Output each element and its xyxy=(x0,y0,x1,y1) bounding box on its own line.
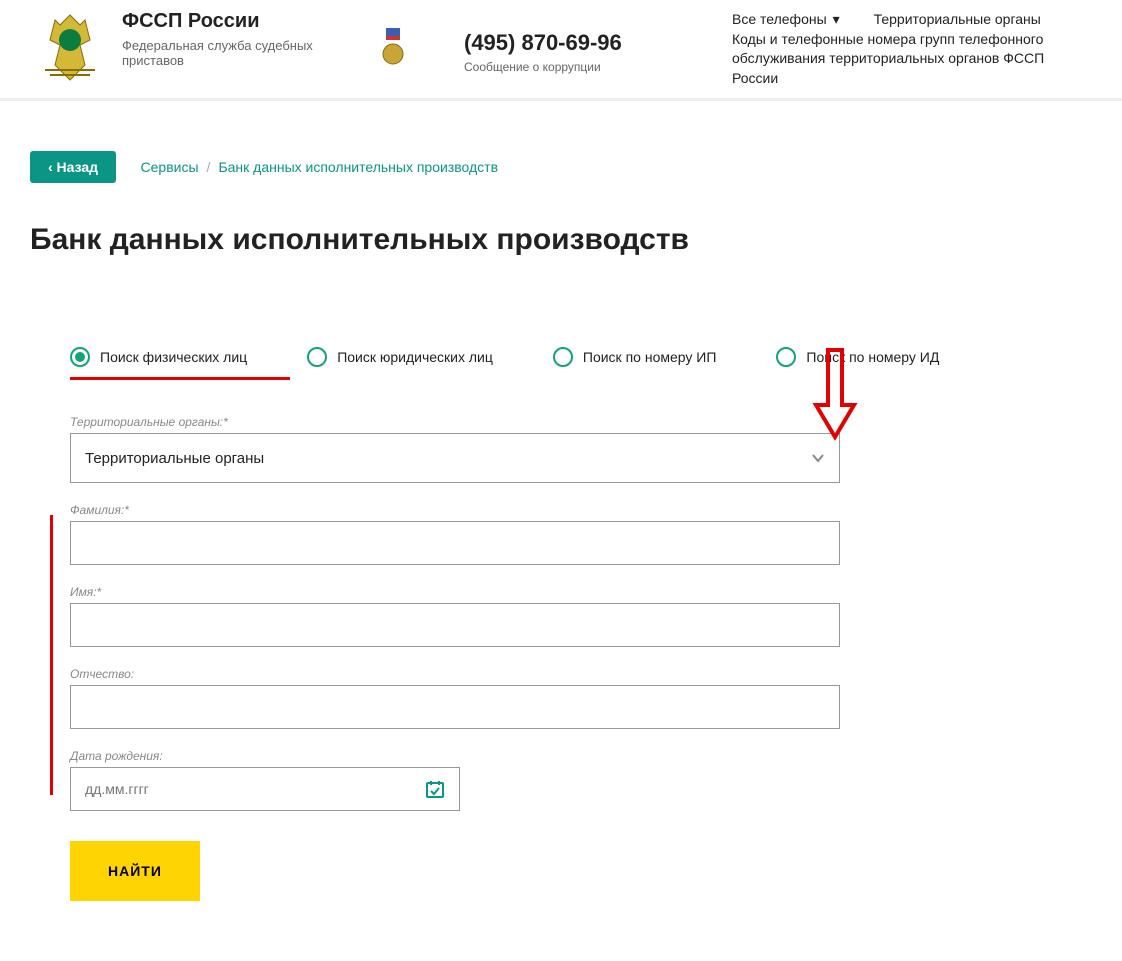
phone-block: (495) 870-69-96 Сообщение о коррупции xyxy=(464,30,622,74)
page-title: Банк данных исполнительных производств xyxy=(30,223,1092,257)
corruption-link[interactable]: Сообщение о коррупции xyxy=(464,60,622,74)
radio-icon xyxy=(307,347,327,367)
radio-icon xyxy=(553,347,573,367)
header-links: Все телефоны ▾ Территориальные органы Ко… xyxy=(732,10,1092,88)
annotation-vertical-line xyxy=(50,515,53,795)
all-phones-label: Все телефоны xyxy=(732,10,827,30)
lastname-input[interactable] xyxy=(70,521,840,565)
search-form: Поиск физических лиц Поиск юридических л… xyxy=(30,257,1092,931)
org-name: ФССП России xyxy=(122,10,322,33)
tab-physical[interactable]: Поиск физических лиц xyxy=(70,347,247,367)
annotation-arrow-icon xyxy=(810,345,860,445)
birthdate-label: Дата рождения: xyxy=(70,749,1052,763)
breadcrumb: Сервисы / Банк данных исполнительных про… xyxy=(141,159,499,175)
back-button[interactable]: ‹ Назад xyxy=(30,151,116,183)
logo-block: ФССП России Федеральная служба судебных … xyxy=(30,10,322,85)
breadcrumb-separator: / xyxy=(207,159,211,175)
chevron-down-icon xyxy=(811,451,825,465)
breadcrumb-services[interactable]: Сервисы xyxy=(141,159,199,175)
radio-icon xyxy=(776,347,796,367)
phone-number: (495) 870-69-96 xyxy=(464,30,622,56)
patronymic-label: Отчество: xyxy=(70,667,1052,681)
calendar-icon[interactable] xyxy=(425,779,445,799)
birthdate-input[interactable] xyxy=(85,781,425,797)
form-fields: Территориальные органы:* Территориальные… xyxy=(70,415,1052,901)
patronymic-input[interactable] xyxy=(70,685,840,729)
territory-label: Территориальные органы:* xyxy=(70,415,1052,429)
site-header: ФССП России Федеральная служба судебных … xyxy=(0,0,1122,101)
tab-ip-number[interactable]: Поиск по номеру ИП xyxy=(553,347,717,367)
lastname-label: Фамилия:* xyxy=(70,503,1052,517)
territory-value: Территориальные органы xyxy=(85,450,264,467)
tab-label: Поиск физических лиц xyxy=(100,349,247,365)
content: ‹ Назад Сервисы / Банк данных исполнител… xyxy=(0,101,1122,961)
territory-select[interactable]: Территориальные органы xyxy=(70,433,840,483)
breadcrumb-current[interactable]: Банк данных исполнительных производств xyxy=(218,159,498,175)
territorial-link[interactable]: Территориальные органы xyxy=(874,11,1041,27)
all-phones-dropdown[interactable]: Все телефоны ▾ xyxy=(732,10,840,30)
org-subtitle: Федеральная служба судебных приставов xyxy=(122,38,322,68)
caret-down-icon: ▾ xyxy=(833,10,840,30)
medal-icon[interactable] xyxy=(382,28,404,73)
search-tabs: Поиск физических лиц Поиск юридических л… xyxy=(70,347,1052,367)
annotation-underline xyxy=(70,377,290,380)
site-emblem-icon xyxy=(30,10,110,85)
radio-icon xyxy=(70,347,90,367)
tab-juridical[interactable]: Поиск юридических лиц xyxy=(307,347,493,367)
firstname-label: Имя:* xyxy=(70,585,1052,599)
tab-label: Поиск по номеру ИП xyxy=(583,349,717,365)
tab-label: Поиск юридических лиц xyxy=(337,349,493,365)
birthdate-field[interactable] xyxy=(70,767,460,811)
firstname-input[interactable] xyxy=(70,603,840,647)
submit-button[interactable]: НАЙТИ xyxy=(70,841,200,901)
codes-link[interactable]: Коды и телефонные номера групп телефонно… xyxy=(732,31,1044,86)
